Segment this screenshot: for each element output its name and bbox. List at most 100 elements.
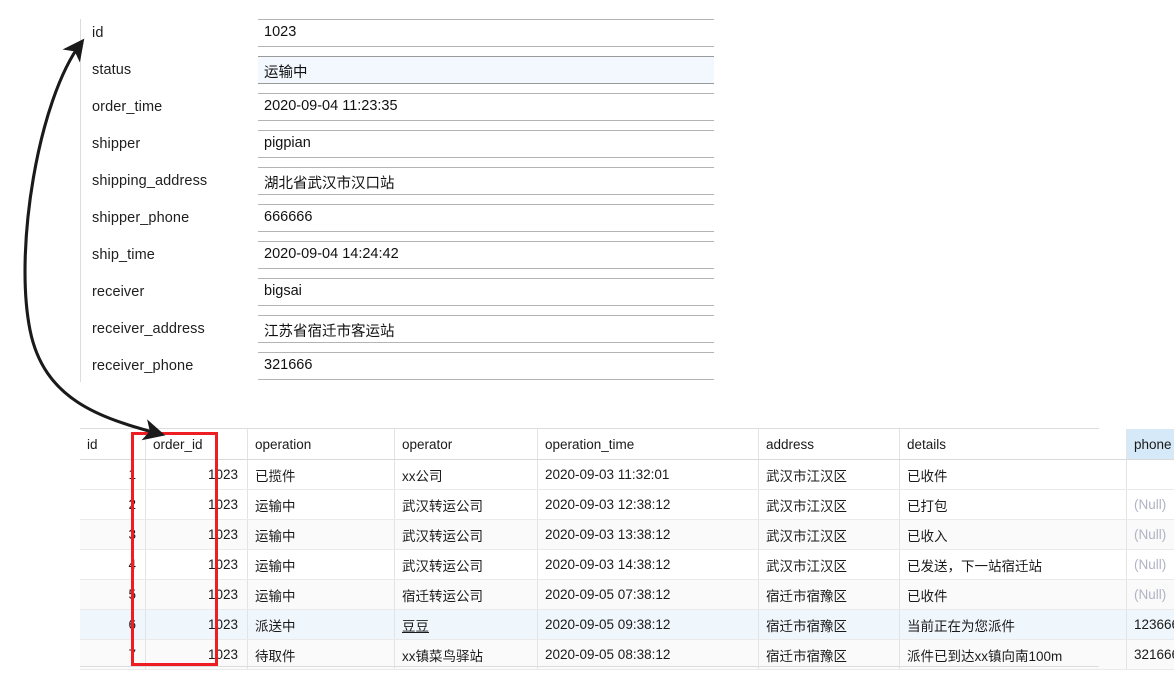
result-table[interactable]: id order_id operation operator operation_tim… <box>80 429 1174 670</box>
cell-operation_time[interactable]: 2020-09-03 12:38:12 <box>537 489 759 520</box>
cell-operator[interactable]: xx镇菜鸟驿站 <box>394 639 538 670</box>
cell-address[interactable]: 武汉市江汉区 <box>758 519 900 550</box>
table-body[interactable]: 1 1023 已揽件 xx公司 2020-09-03 11:32:01 武汉市江汉区 已收件… <box>80 459 1174 670</box>
table-row[interactable]: 2 1023 运输中 武汉转运公司 2020-09-03 12:38:12 武汉市江汉区已… <box>80 489 1174 520</box>
form-row-ship_time: ship_time 2020-09-04 14:24:42 <box>80 241 725 271</box>
column-header-phone[interactable]: phone <box>1126 429 1174 460</box>
cell-phone[interactable]: (Null) <box>1126 579 1174 610</box>
form-label-ship_time: ship_time <box>92 247 155 263</box>
cell-phone[interactable]: 123666 <box>1126 609 1174 640</box>
column-header-address[interactable]: address <box>758 429 900 460</box>
cell-details[interactable]: 派件已到达xx镇向南100m <box>899 639 1127 670</box>
form-value-receiver: bigsai <box>264 283 302 299</box>
table-row[interactable]: 1 1023 已揽件 xx公司 2020-09-03 11:32:01 武汉市江汉区 已收件 <box>80 459 1174 490</box>
form-value-status: 运输中 <box>264 65 308 81</box>
operator-link[interactable]: 豆豆 <box>402 619 429 634</box>
form-label-shipper_phone: shipper_phone <box>92 210 190 226</box>
cell-operation[interactable]: 待取件 <box>247 639 395 670</box>
cell-operation[interactable]: 运输中 <box>247 489 395 520</box>
operation-result-grid[interactable]: id order_id operation operator operation_tim… <box>80 428 1174 670</box>
column-header-operator[interactable]: operator <box>394 429 538 460</box>
cell-id[interactable]: 5 <box>80 579 146 610</box>
cell-id[interactable]: 1 <box>80 459 146 490</box>
cell-operation_time[interactable]: 2020-09-03 14:38:12 <box>537 549 759 580</box>
cell-operation_time[interactable]: 2020-09-05 09:38:12 <box>537 609 759 640</box>
form-field-receiver[interactable]: bigsai <box>258 278 714 306</box>
form-label-status: status <box>92 62 132 78</box>
cell-phone[interactable]: (Null) <box>1126 549 1174 580</box>
cell-address[interactable]: 宿迁市宿豫区 <box>758 579 900 610</box>
cell-order_id[interactable]: 1023 <box>145 609 248 640</box>
cell-phone[interactable]: 321666 <box>1126 639 1174 670</box>
cell-details[interactable]: 已打包 <box>899 489 1127 520</box>
form-value-order_time: 2020-09-04 11:23:35 <box>264 98 398 114</box>
table-row[interactable]: 5 1023 运输中 宿迁转运公司 2020-09-05 07:38:12 宿迁市宿豫区已… <box>80 579 1174 610</box>
cell-operator[interactable]: 宿迁转运公司 <box>394 579 538 610</box>
form-field-ship_time[interactable]: 2020-09-04 14:24:42 <box>258 241 714 269</box>
cell-address[interactable]: 武汉市江汉区 <box>758 489 900 520</box>
cell-details[interactable]: 已收件 <box>899 579 1127 610</box>
cell-address[interactable]: 武汉市江汉区 <box>758 459 900 490</box>
table-row[interactable]: 3 1023 运输中 武汉转运公司 2020-09-03 13:38:12 武汉市江汉区已… <box>80 519 1174 550</box>
column-header-operation_time[interactable]: operation_time <box>537 429 759 460</box>
form-field-shipper[interactable]: pigpian <box>258 130 714 158</box>
table-row[interactable]: 4 1023 运输中 武汉转运公司 2020-09-03 14:38:12 武汉市江汉区已… <box>80 549 1174 580</box>
cell-id[interactable]: 7 <box>80 639 146 670</box>
cell-order_id[interactable]: 1023 <box>145 549 248 580</box>
cell-operation[interactable]: 派送中 <box>247 609 395 640</box>
cell-order_id[interactable]: 1023 <box>145 519 248 550</box>
cell-phone[interactable]: (Null) <box>1126 489 1174 520</box>
cell-details[interactable]: 当前正在为您派件 <box>899 609 1127 640</box>
cell-operator[interactable]: 武汉转运公司 <box>394 489 538 520</box>
cell-operation[interactable]: 运输中 <box>247 549 395 580</box>
cell-id[interactable]: 3 <box>80 519 146 550</box>
cell-operation_time[interactable]: 2020-09-03 11:32:01 <box>537 459 759 490</box>
form-field-shipper_phone[interactable]: 666666 <box>258 204 714 232</box>
form-row-status: status 运输中 <box>80 56 725 86</box>
grid-bottom-divider <box>80 666 1099 667</box>
cell-address[interactable]: 宿迁市宿豫区 <box>758 639 900 670</box>
column-header-id[interactable]: id <box>80 429 146 460</box>
cell-details[interactable]: 已发送，下一站宿迁站 <box>899 549 1127 580</box>
cell-id[interactable]: 2 <box>80 489 146 520</box>
cell-operation_time[interactable]: 2020-09-05 08:38:12 <box>537 639 759 670</box>
column-header-details[interactable]: details <box>899 429 1127 460</box>
cell-phone[interactable]: (Null) <box>1126 519 1174 550</box>
form-field-order_time[interactable]: 2020-09-04 11:23:35 <box>258 93 714 121</box>
column-header-operation[interactable]: operation <box>247 429 395 460</box>
cell-order_id[interactable]: 1023 <box>145 639 248 670</box>
cell-address[interactable]: 武汉市江汉区 <box>758 549 900 580</box>
form-field-id[interactable]: 1023 <box>258 19 714 47</box>
cell-order_id[interactable]: 1023 <box>145 579 248 610</box>
form-label-order_time: order_time <box>92 99 163 115</box>
form-field-receiver_address[interactable]: 江苏省宿迁市客运站 <box>258 315 714 343</box>
form-label-receiver_phone: receiver_phone <box>92 358 194 374</box>
cell-phone[interactable] <box>1126 459 1174 490</box>
cell-operation_time[interactable]: 2020-09-05 07:38:12 <box>537 579 759 610</box>
cell-id[interactable]: 6 <box>80 609 146 640</box>
cell-id[interactable]: 4 <box>80 549 146 580</box>
cell-address[interactable]: 宿迁市宿豫区 <box>758 609 900 640</box>
form-field-receiver_phone[interactable]: 321666 <box>258 352 714 380</box>
cell-operation_time[interactable]: 2020-09-03 13:38:12 <box>537 519 759 550</box>
form-row-shipper: shipper pigpian <box>80 130 725 160</box>
form-value-shipper_phone: 666666 <box>264 209 313 225</box>
cell-details[interactable]: 已收入 <box>899 519 1127 550</box>
cell-order_id[interactable]: 1023 <box>145 459 248 490</box>
form-field-shipping_address[interactable]: 湖北省武汉市汉口站 <box>258 167 714 195</box>
cell-operator[interactable]: xx公司 <box>394 459 538 490</box>
form-value-receiver_address: 江苏省宿迁市客运站 <box>264 324 395 340</box>
cell-operation[interactable]: 已揽件 <box>247 459 395 490</box>
cell-operator[interactable]: 豆豆 <box>394 609 538 640</box>
cell-details[interactable]: 已收件 <box>899 459 1127 490</box>
cell-operation[interactable]: 运输中 <box>247 579 395 610</box>
cell-order_id[interactable]: 1023 <box>145 489 248 520</box>
form-field-status[interactable]: 运输中 <box>258 56 714 84</box>
cell-operator[interactable]: 武汉转运公司 <box>394 549 538 580</box>
table-row[interactable]: 6 1023 派送中 豆豆 2020-09-05 09:38:12 宿迁市宿豫区 当前正在为… <box>80 609 1174 640</box>
column-header-order_id[interactable]: order_id <box>145 429 248 460</box>
cell-operator[interactable]: 武汉转运公司 <box>394 519 538 550</box>
table-row[interactable]: 7 1023 待取件 xx镇菜鸟驿站 2020-09-05 08:38:12 宿迁市宿豫区… <box>80 639 1174 670</box>
form-row-shipping_address: shipping_address 湖北省武汉市汉口站 <box>80 167 725 197</box>
cell-operation[interactable]: 运输中 <box>247 519 395 550</box>
